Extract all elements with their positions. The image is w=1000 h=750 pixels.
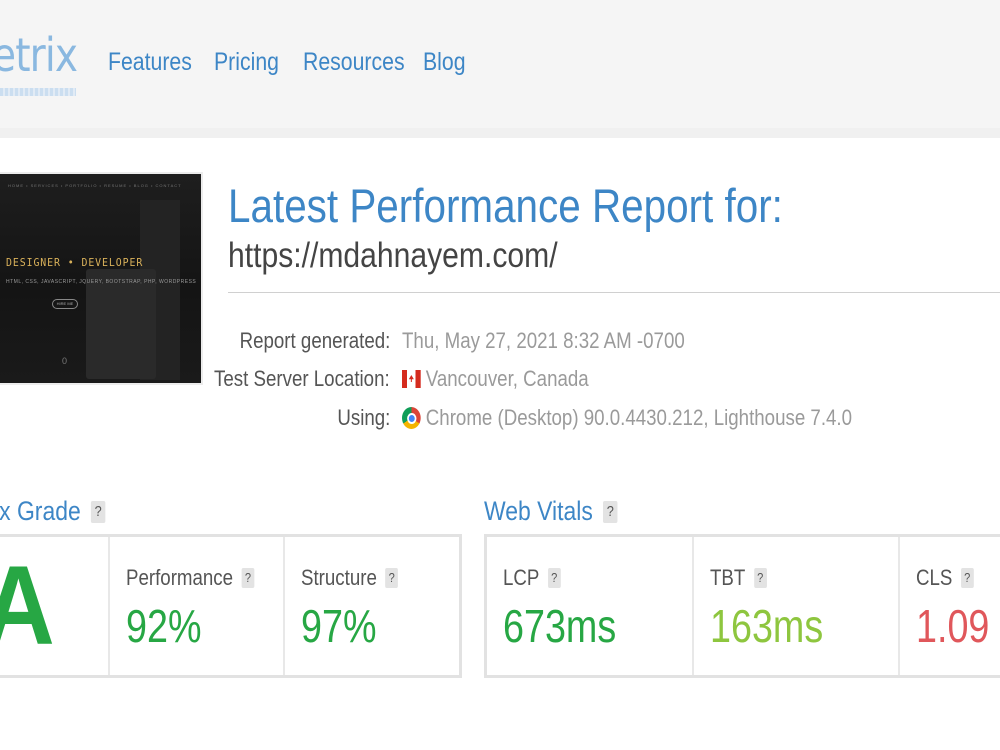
- tbt-cell: TBT ? 163ms: [694, 537, 900, 675]
- canada-flag-icon: [402, 370, 421, 388]
- cls-value: 1.09: [916, 600, 990, 652]
- lcp-value: 673ms: [503, 600, 617, 652]
- web-vitals-card: LCP ? 673ms TBT ? 163ms CLS ? 1.09: [484, 534, 1000, 678]
- grade-card: A Performance ? 92% Structure ? 97%: [0, 534, 462, 678]
- web-vitals-help-icon[interactable]: ?: [603, 500, 618, 523]
- thumb-nav-text: HOME • SERVICES • PORTFOLIO • RESUME • B…: [8, 183, 182, 188]
- grade-letter: A: [0, 541, 55, 670]
- thumb-title: DESIGNER • DEVELOPER: [6, 256, 144, 269]
- performance-cell: Performance ? 92%: [110, 537, 285, 675]
- server-location-label: Test Server Location:: [214, 366, 390, 391]
- thumb-subtitle: HTML, CSS, JAVASCRIPT, JQUERY, BOOTSTRAP…: [6, 279, 197, 285]
- tbt-label: TBT ?: [710, 565, 767, 591]
- cls-cell: CLS ? 1.09: [900, 537, 1000, 675]
- structure-value: 97%: [301, 600, 377, 652]
- tbt-value: 163ms: [710, 600, 824, 652]
- using-row: Using: Chrome (Desktop) 90.0.4430.212, L…: [0, 405, 1000, 435]
- nav-blog[interactable]: Blog: [423, 48, 466, 77]
- structure-label: Structure ?: [301, 565, 399, 591]
- report-generated-value: Thu, May 27, 2021 8:32 AM -0700: [402, 328, 685, 353]
- web-vitals-section-title: Web Vitals ?: [484, 496, 618, 527]
- grade-help-icon[interactable]: ?: [90, 500, 106, 523]
- using-label: Using:: [336, 405, 390, 430]
- performance-value: 92%: [126, 600, 202, 652]
- report-title: Latest Performance Report for:: [228, 179, 783, 232]
- nav-features[interactable]: Features: [108, 48, 192, 77]
- cls-label: CLS ?: [916, 565, 974, 591]
- server-location-value: Vancouver, Canada: [402, 366, 589, 392]
- report-generated-label: Report generated:: [239, 328, 390, 353]
- divider: [228, 292, 1000, 293]
- gtmetrix-logo[interactable]: etrix: [0, 28, 78, 82]
- lcp-label: LCP ?: [503, 565, 561, 591]
- chrome-icon: [402, 407, 421, 429]
- using-value: Chrome (Desktop) 90.0.4430.212, Lighthou…: [402, 405, 852, 431]
- lcp-cell: LCP ? 673ms: [487, 537, 694, 675]
- structure-help-icon[interactable]: ?: [385, 568, 399, 588]
- performance-help-icon[interactable]: ?: [241, 568, 255, 588]
- thumb-decor: [86, 269, 156, 379]
- nav-pricing[interactable]: Pricing: [214, 48, 279, 77]
- tbt-help-icon[interactable]: ?: [753, 568, 767, 588]
- report-generated-row: Report generated: Thu, May 27, 2021 8:32…: [0, 328, 1000, 358]
- server-location-row: Test Server Location: Vancouver, Canada: [0, 366, 1000, 396]
- top-header: etrix Features Pricing Resources Blog: [0, 0, 1000, 128]
- grade-section-title: ix Grade ?: [0, 496, 106, 527]
- report-url[interactable]: https://mdahnayem.com/: [228, 236, 558, 276]
- lcp-help-icon[interactable]: ?: [547, 568, 561, 588]
- nav-resources[interactable]: Resources: [303, 48, 405, 77]
- grade-letter-cell: A: [0, 537, 110, 675]
- performance-label: Performance ?: [126, 565, 255, 591]
- logo-underline-decoration: [0, 88, 76, 96]
- report-panel: HOME • SERVICES • PORTFOLIO • RESUME • B…: [0, 138, 1000, 750]
- structure-cell: Structure ? 97%: [285, 537, 459, 675]
- thumb-hire-button: HIRE ME: [52, 299, 78, 309]
- cls-help-icon[interactable]: ?: [960, 568, 974, 588]
